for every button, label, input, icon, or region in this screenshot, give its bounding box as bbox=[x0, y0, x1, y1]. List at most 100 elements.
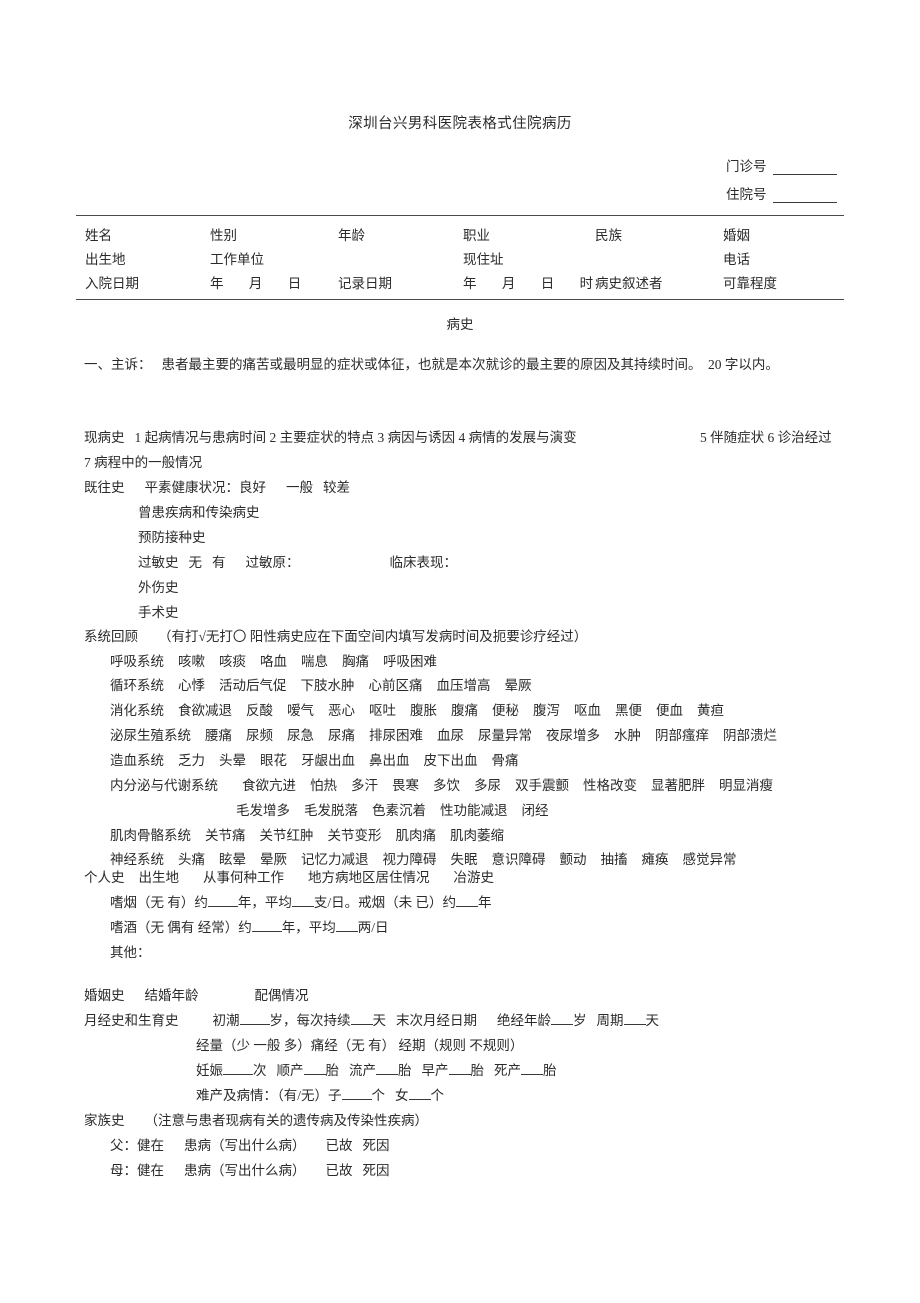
symptom[interactable]: 腹痛 bbox=[451, 703, 478, 718]
symptom[interactable]: 肌肉痛 bbox=[396, 828, 437, 843]
symptom[interactable]: 腹胀 bbox=[410, 703, 437, 718]
symptom[interactable]: 心前区痛 bbox=[369, 678, 423, 693]
symptom[interactable]: 尿频 bbox=[246, 728, 273, 743]
symptom[interactable]: 阴部溃烂 bbox=[723, 728, 777, 743]
symptom[interactable]: 排尿困难 bbox=[369, 728, 423, 743]
mother-illness[interactable]: 患病（写出什么病） bbox=[184, 1163, 306, 1178]
symptom[interactable]: 视力障碍 bbox=[383, 852, 437, 867]
symptom[interactable]: 食欲减退 bbox=[178, 703, 232, 718]
symptom[interactable]: 恶心 bbox=[328, 703, 355, 718]
symptom[interactable]: 多汗 bbox=[351, 778, 378, 793]
symptom[interactable]: 黑便 bbox=[615, 703, 642, 718]
symptom[interactable]: 关节变形 bbox=[328, 828, 382, 843]
symptom[interactable]: 抽搐 bbox=[601, 852, 628, 867]
symptom[interactable]: 毛发脱落 bbox=[304, 803, 358, 818]
symptom[interactable]: 水肿 bbox=[614, 728, 641, 743]
symptom[interactable]: 呕血 bbox=[574, 703, 601, 718]
symptom[interactable]: 怕热 bbox=[310, 778, 337, 793]
symptom[interactable]: 尿急 bbox=[287, 728, 314, 743]
father-deceased[interactable]: 已故 bbox=[326, 1138, 353, 1153]
symptom[interactable]: 反酸 bbox=[246, 703, 273, 718]
health-option-average[interactable]: 一般 bbox=[286, 480, 313, 495]
abortion-blank[interactable] bbox=[376, 1063, 398, 1075]
symptom[interactable]: 下肢水肿 bbox=[301, 678, 355, 693]
symptom[interactable]: 血尿 bbox=[437, 728, 464, 743]
allergy-option-no[interactable]: 无 bbox=[189, 555, 203, 570]
normal-birth-blank[interactable] bbox=[303, 1063, 326, 1075]
daughter-count-blank[interactable] bbox=[408, 1088, 431, 1100]
symptom[interactable]: 头痛 bbox=[178, 852, 205, 867]
symptom[interactable]: 多尿 bbox=[474, 778, 501, 793]
symptom[interactable]: 颤动 bbox=[560, 852, 587, 867]
symptom[interactable]: 咯血 bbox=[260, 654, 287, 669]
symptom[interactable]: 乏力 bbox=[178, 753, 205, 768]
symptom[interactable]: 便血 bbox=[656, 703, 683, 718]
symptom[interactable]: 鼻出血 bbox=[369, 753, 410, 768]
symptom[interactable]: 畏寒 bbox=[392, 778, 419, 793]
symptom[interactable]: 腹泻 bbox=[533, 703, 560, 718]
father-alive[interactable]: 健在 bbox=[137, 1138, 164, 1153]
smoking-amount-blank[interactable] bbox=[291, 895, 314, 907]
symptom[interactable]: 眼花 bbox=[260, 753, 287, 768]
symptom[interactable]: 皮下出血 bbox=[424, 753, 478, 768]
symptom[interactable]: 双手震颤 bbox=[515, 778, 569, 793]
son-count-blank[interactable] bbox=[341, 1088, 372, 1100]
symptom[interactable]: 晕厥 bbox=[505, 678, 532, 693]
symptom[interactable]: 尿量异常 bbox=[478, 728, 532, 743]
mother-alive[interactable]: 健在 bbox=[137, 1163, 164, 1178]
symptom[interactable]: 性格改变 bbox=[583, 778, 637, 793]
symptom[interactable]: 感觉异常 bbox=[683, 852, 737, 867]
symptom[interactable]: 尿痛 bbox=[328, 728, 355, 743]
quit-years-blank[interactable] bbox=[456, 895, 479, 907]
symptom[interactable]: 色素沉着 bbox=[372, 803, 426, 818]
symptom[interactable]: 明显消瘦 bbox=[719, 778, 773, 793]
symptom[interactable]: 闭经 bbox=[522, 803, 549, 818]
symptom[interactable]: 骨痛 bbox=[492, 753, 519, 768]
symptom[interactable]: 毛发增多 bbox=[236, 803, 290, 818]
symptom[interactable]: 头晕 bbox=[219, 753, 246, 768]
symptom[interactable]: 多饮 bbox=[433, 778, 460, 793]
symptom[interactable]: 意识障碍 bbox=[492, 852, 546, 867]
symptom[interactable]: 关节红肿 bbox=[260, 828, 314, 843]
symptom[interactable]: 胸痛 bbox=[342, 654, 369, 669]
health-option-good[interactable]: 良好 bbox=[239, 480, 266, 495]
drinking-years-blank[interactable] bbox=[251, 920, 282, 932]
symptom[interactable]: 瘫痪 bbox=[642, 852, 669, 867]
father-illness[interactable]: 患病（写出什么病） bbox=[184, 1138, 306, 1153]
symptom[interactable]: 咳痰 bbox=[219, 654, 246, 669]
symptom[interactable]: 心悸 bbox=[178, 678, 205, 693]
symptom[interactable]: 晕厥 bbox=[260, 852, 287, 867]
symptom[interactable]: 咳嗽 bbox=[178, 654, 205, 669]
premature-blank[interactable] bbox=[448, 1063, 471, 1075]
symptom[interactable]: 呕吐 bbox=[369, 703, 396, 718]
symptom[interactable]: 嗳气 bbox=[287, 703, 314, 718]
symptom[interactable]: 失眠 bbox=[451, 852, 478, 867]
symptom[interactable]: 黄疸 bbox=[697, 703, 724, 718]
symptom[interactable]: 夜尿增多 bbox=[546, 728, 600, 743]
symptom[interactable]: 关节痛 bbox=[205, 828, 246, 843]
symptom[interactable]: 呼吸困难 bbox=[383, 654, 437, 669]
duration-blank[interactable] bbox=[350, 1013, 373, 1025]
mother-deceased[interactable]: 已故 bbox=[326, 1163, 353, 1178]
smoking-years-blank[interactable] bbox=[207, 895, 238, 907]
symptom[interactable]: 食欲亢进 bbox=[242, 778, 296, 793]
drinking-amount-blank[interactable] bbox=[335, 920, 358, 932]
symptom[interactable]: 性功能减退 bbox=[440, 803, 508, 818]
symptom[interactable]: 眩晕 bbox=[219, 852, 246, 867]
symptom[interactable]: 活动后气促 bbox=[219, 678, 287, 693]
symptom[interactable]: 便秘 bbox=[492, 703, 519, 718]
symptom[interactable]: 血压增高 bbox=[437, 678, 491, 693]
cycle-blank[interactable] bbox=[623, 1013, 646, 1025]
symptom[interactable]: 腰痛 bbox=[205, 728, 232, 743]
symptom[interactable]: 肌肉萎缩 bbox=[450, 828, 504, 843]
menarche-age-blank[interactable] bbox=[239, 1013, 270, 1025]
symptom[interactable]: 喘息 bbox=[301, 654, 328, 669]
health-option-poor[interactable]: 较差 bbox=[323, 480, 350, 495]
allergy-option-yes[interactable]: 有 bbox=[212, 555, 226, 570]
symptom[interactable]: 阴部瘙痒 bbox=[655, 728, 709, 743]
outpatient-number-blank[interactable] bbox=[772, 162, 837, 175]
symptom[interactable]: 牙龈出血 bbox=[301, 753, 355, 768]
admission-number-blank[interactable] bbox=[772, 190, 837, 203]
pregnancy-blank[interactable] bbox=[223, 1063, 253, 1075]
menopause-age-blank[interactable] bbox=[551, 1013, 573, 1025]
